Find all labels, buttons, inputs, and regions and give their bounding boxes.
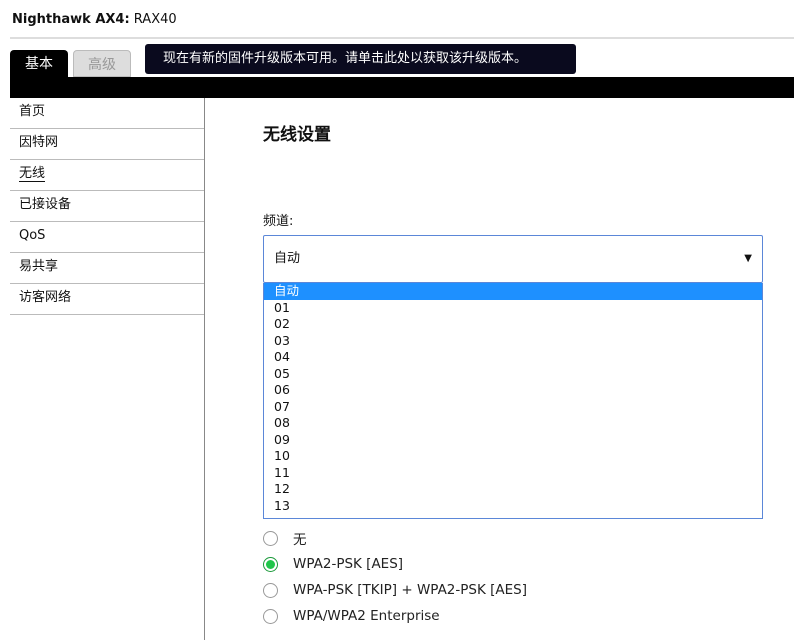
sidebar-divider [204, 98, 205, 640]
sidebar-item[interactable]: 无线 [10, 160, 204, 191]
sidebar-item[interactable]: QoS [10, 222, 204, 253]
channel-option[interactable]: 02 [264, 316, 762, 333]
channel-value: 自动 [274, 251, 301, 266]
page-title: 无线设置 [263, 125, 331, 145]
radio-button[interactable] [263, 608, 278, 624]
channel-dropdown-list: 自动 01 02 03 04 05 06 07 08 09 10 11 12 13 [263, 283, 763, 519]
channel-option[interactable]: 13 [264, 498, 762, 515]
channel-option[interactable]: 自动 [264, 283, 762, 300]
divider [10, 37, 794, 39]
sidebar-item-label: 首页 [19, 104, 46, 119]
security-option[interactable]: WPA2-PSK [AES] [263, 554, 403, 574]
security-option[interactable]: 无 [263, 528, 307, 548]
sidebar-item[interactable]: 访客网络 [10, 284, 204, 315]
sidebar-item-label: 无线 [19, 166, 46, 182]
sidebar-item[interactable]: 因特网 [10, 129, 204, 160]
channel-option[interactable]: 10 [264, 448, 762, 465]
sidebar-item-label: 已接设备 [19, 197, 72, 212]
channel-option[interactable]: 11 [264, 465, 762, 482]
channel-option[interactable]: 05 [264, 366, 762, 383]
channel-option[interactable]: 06 [264, 382, 762, 399]
sidebar-item-label: QoS [19, 228, 46, 243]
dropdown-arrow-icon: ▼ [744, 253, 752, 264]
channel-select[interactable]: 自动 ▼ [263, 235, 763, 283]
sidebar-item-label: 易共享 [19, 259, 59, 274]
brand: Nighthawk AX4: [12, 12, 130, 27]
channel-option[interactable]: 04 [264, 349, 762, 366]
radio-button[interactable] [263, 530, 278, 546]
sidebar: 首页因特网无线已接设备 QoS 易共享访客网络 [10, 98, 204, 315]
channel-option[interactable]: 12 [264, 481, 762, 498]
security-option-label: WPA/WPA2 Enterprise [293, 608, 440, 624]
sidebar-item[interactable]: 首页 [10, 98, 204, 129]
sidebar-item[interactable]: 已接设备 [10, 191, 204, 222]
security-option-label: WPA2-PSK [AES] [293, 556, 404, 572]
security-option[interactable]: WPA/WPA2 Enterprise [263, 606, 440, 626]
channel-option[interactable]: 09 [264, 432, 762, 449]
sidebar-item[interactable]: 易共享 [10, 253, 204, 284]
model: RAX40 [133, 12, 177, 27]
channel-option[interactable]: 08 [264, 415, 762, 432]
tab-advanced[interactable]: 高级 [73, 50, 131, 77]
security-option-label: 无 [293, 532, 307, 548]
radio-button[interactable] [263, 582, 278, 598]
channel-option[interactable]: 03 [264, 333, 762, 350]
tab-bar [10, 77, 794, 98]
security-option[interactable]: WPA-PSK [TKIP] + WPA2-PSK [AES] [263, 580, 527, 600]
channel-option[interactable]: 07 [264, 399, 762, 416]
channel-label: 频道: [263, 214, 294, 229]
firmware-update-banner[interactable]: 现在有新的固件升级版本可用。请单击此处以获取该升级版本。 [145, 44, 576, 74]
sidebar-item-label: 访客网络 [19, 290, 72, 305]
app-title: Nighthawk AX4: RAX40 [12, 12, 177, 27]
channel-option[interactable]: 01 [264, 300, 762, 317]
sidebar-item-label: 因特网 [19, 135, 59, 150]
radio-button[interactable] [263, 556, 278, 572]
security-option-label: WPA-PSK [TKIP] + WPA2-PSK [AES] [293, 582, 527, 598]
tab-basic[interactable]: 基本 [10, 50, 68, 78]
